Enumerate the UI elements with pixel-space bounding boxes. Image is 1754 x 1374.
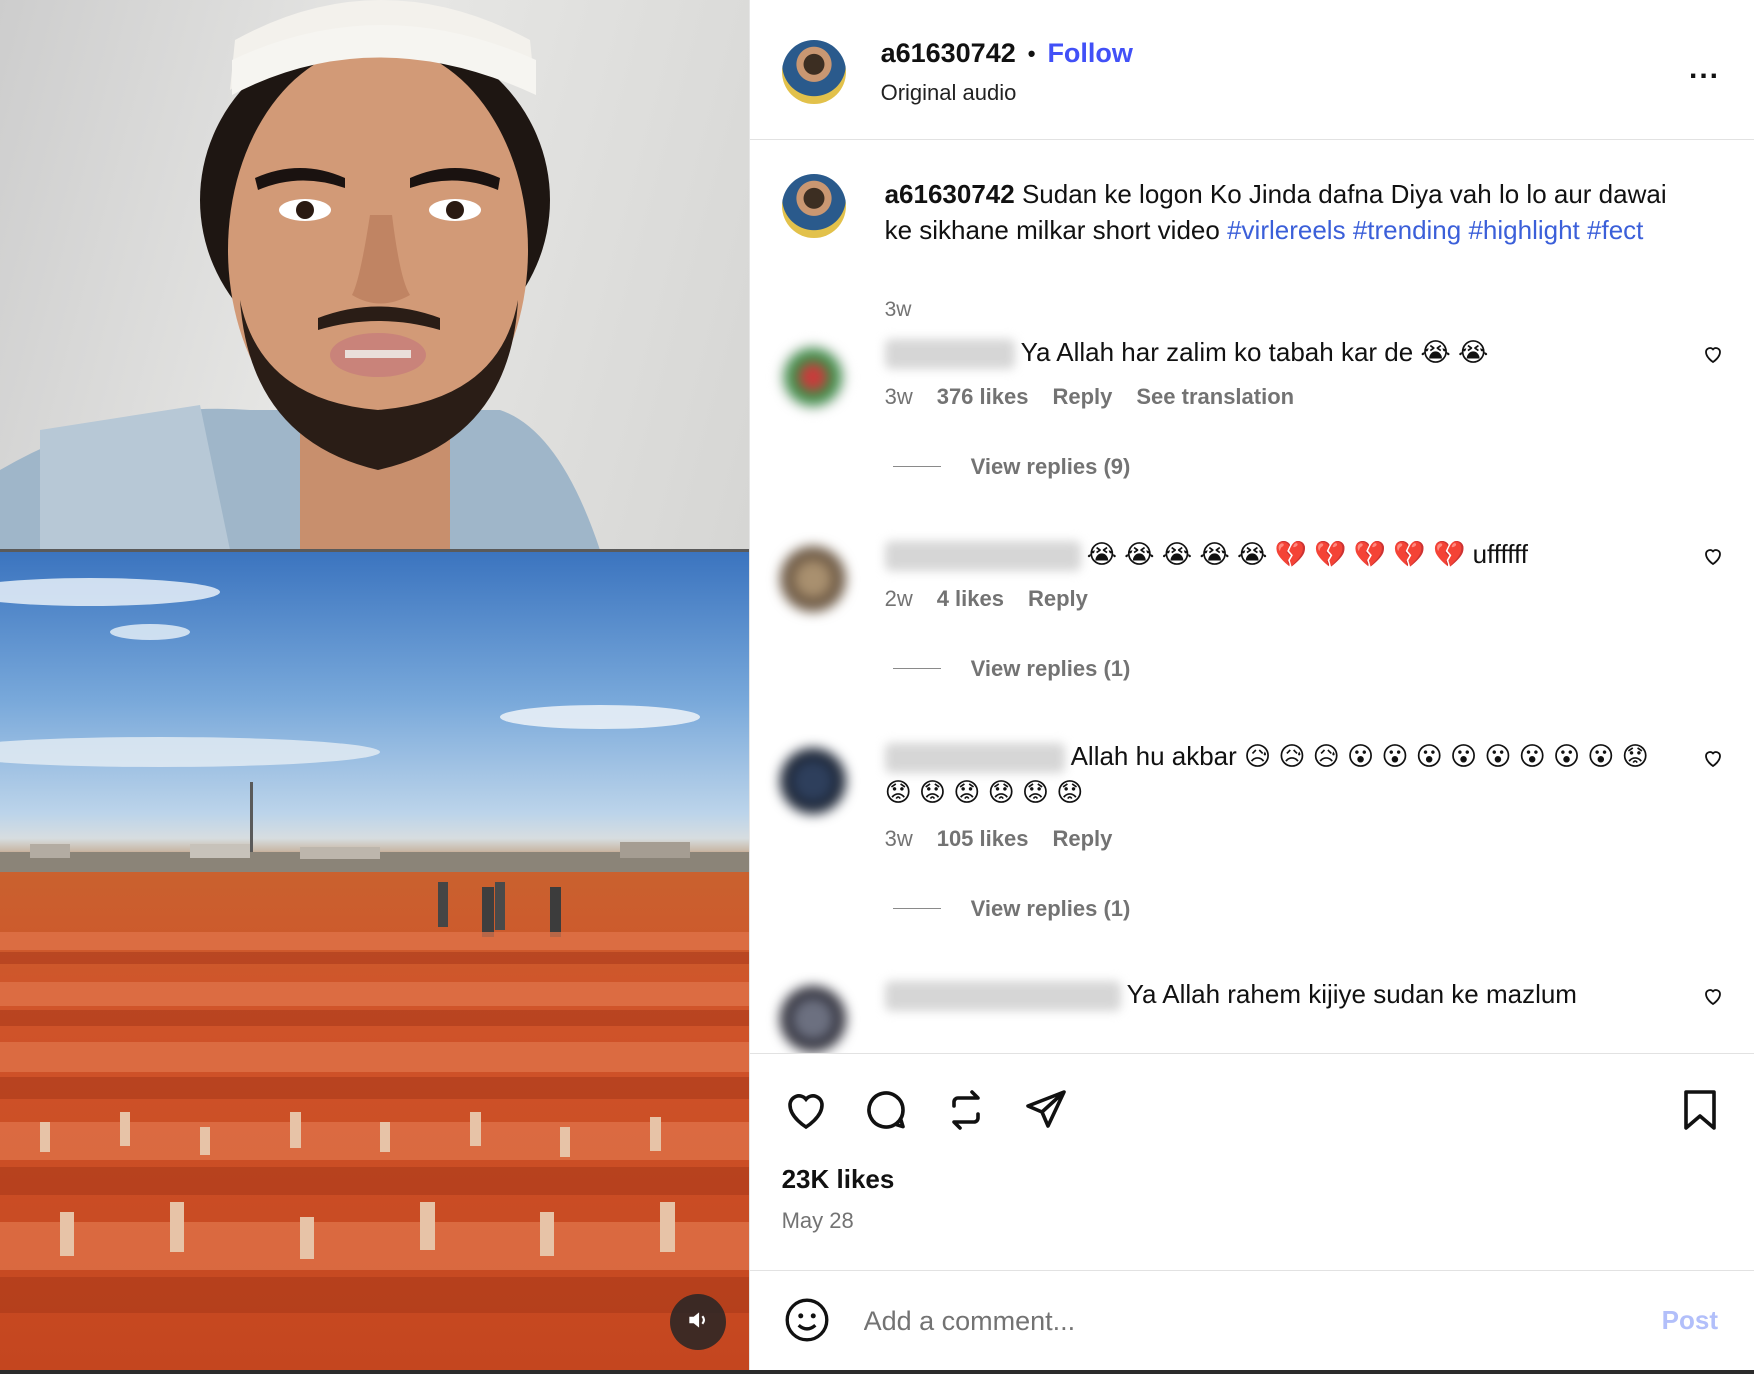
comment-likes[interactable]: 376 likes — [937, 384, 1029, 410]
comment-body: Ya Allah rahem kijiye sudan ke mazlum — [1126, 978, 1577, 1009]
caption-text: a61630742 Sudan ke logon Ko Jinda dafna … — [885, 176, 1675, 248]
view-replies-label: View replies (1) — [970, 655, 1131, 681]
separator-dot: • — [1027, 40, 1036, 66]
repost-icon[interactable] — [942, 1086, 990, 1139]
comment-timestamp[interactable]: 3w — [885, 384, 913, 410]
video-frame-field — [0, 552, 749, 1370]
comment-icon[interactable] — [862, 1086, 910, 1139]
view-replies-label: View replies (1) — [970, 895, 1131, 921]
comment-text: Ya Allah har zalim ko tabah kar de 😭 😭 — [884, 334, 1675, 370]
comment-body: 😭 😭 😭 😭 😭 💔 💔 💔 💔 💔 uffffff — [1086, 538, 1529, 569]
view-replies-button[interactable]: View replies (9) — [892, 453, 1131, 480]
follow-button[interactable]: Follow — [1047, 38, 1132, 69]
bookmark-icon[interactable] — [1676, 1086, 1724, 1139]
post-media[interactable] — [0, 0, 749, 1370]
like-comment-heart-icon[interactable] — [1701, 746, 1725, 775]
like-comment-heart-icon[interactable] — [1701, 544, 1725, 573]
comment-likes[interactable]: 4 likes — [937, 586, 1004, 612]
avatar[interactable] — [779, 985, 846, 1052]
caption-timestamp[interactable]: 3w — [885, 298, 912, 322]
comment-likes[interactable]: 105 likes — [937, 826, 1029, 852]
audio-label[interactable]: Original audio — [881, 80, 1017, 106]
view-replies-button[interactable]: View replies (1) — [892, 895, 1131, 922]
post-dialog: a61630742 • Follow Original audio ... a6… — [0, 0, 1754, 1370]
comment-input[interactable] — [861, 1292, 1566, 1351]
avatar[interactable] — [779, 747, 846, 814]
see-translation-button[interactable]: See translation — [1136, 384, 1294, 410]
add-comment-bar: Post — [750, 1271, 1754, 1370]
comment-text: 😭 😭 😭 😭 😭 💔 💔 💔 💔 💔 uffffff — [884, 536, 1675, 572]
hashtag-link[interactable]: #fect — [1587, 215, 1643, 245]
emoji-picker-icon[interactable] — [782, 1295, 832, 1350]
post-header: a61630742 • Follow Original audio ... — [749, 0, 1754, 140]
reply-button[interactable]: Reply — [1052, 826, 1112, 852]
reply-button[interactable]: Reply — [1028, 586, 1088, 612]
view-replies-button[interactable]: View replies (1) — [892, 655, 1131, 682]
comments-list[interactable]: a61630742 Sudan ke logon Ko Jinda dafna … — [750, 140, 1754, 1053]
more-options-icon[interactable]: ... — [1689, 52, 1720, 86]
heart-icon[interactable] — [782, 1086, 830, 1139]
post-side-panel: a61630742 • Follow Original audio ... a6… — [748, 0, 1754, 1370]
blurred-username[interactable] — [884, 980, 1121, 1011]
comment-text: Ya Allah rahem kijiye sudan ke mazlum — [884, 976, 1675, 1012]
likes-count[interactable]: 23K likes — [782, 1164, 895, 1195]
field-illustration — [0, 578, 749, 1313]
like-comment-heart-icon[interactable] — [1701, 342, 1725, 371]
replies-line — [892, 908, 941, 910]
avatar[interactable] — [779, 545, 846, 612]
sound-toggle-button[interactable] — [670, 1294, 726, 1350]
blurred-username[interactable] — [884, 338, 1015, 369]
view-replies-label: View replies (9) — [970, 453, 1131, 479]
comment-timestamp[interactable]: 3w — [885, 826, 913, 852]
comment-meta: 3w 376 likes Reply See translation — [885, 384, 1295, 410]
blurred-username[interactable] — [884, 540, 1081, 571]
comment-body: Ya Allah har zalim ko tabah kar de 😭 😭 — [1020, 336, 1489, 367]
comment-timestamp[interactable]: 2w — [885, 586, 913, 612]
video-frame-selfie — [0, 0, 749, 550]
speaker-icon — [685, 1307, 711, 1338]
caption-username[interactable]: a61630742 — [885, 179, 1015, 209]
post-date: May 28 — [781, 1207, 854, 1233]
hashtag-link[interactable]: #highlight — [1468, 215, 1579, 245]
blurred-username[interactable] — [884, 742, 1065, 773]
avatar[interactable] — [781, 173, 846, 238]
header-username[interactable]: a61630742 — [881, 38, 1016, 69]
comment-meta: 3w 105 likes Reply — [885, 826, 1113, 852]
comment-text: Allah hu akbar 😥 😥 😥 😮 😮 😮 😮 😮 😮 😮 😮 😟 😟… — [884, 738, 1675, 810]
avatar[interactable] — [779, 343, 846, 410]
like-comment-heart-icon[interactable] — [1701, 984, 1725, 1013]
selfie-illustration — [0, 0, 600, 550]
hashtag-link[interactable]: #virlereels — [1227, 215, 1346, 245]
hashtag-link[interactable]: #trending — [1353, 215, 1461, 245]
comment-meta: 2w 4 likes Reply — [885, 586, 1088, 612]
post-actions: 23K likes May 28 — [749, 1052, 1754, 1271]
reply-button[interactable]: Reply — [1052, 384, 1112, 410]
avatar[interactable] — [781, 40, 846, 104]
header-user-row: a61630742 • Follow — [881, 38, 1133, 69]
replies-line — [892, 466, 941, 468]
replies-line — [892, 668, 941, 670]
share-icon[interactable] — [1022, 1086, 1070, 1139]
post-comment-button[interactable]: Post — [1662, 1305, 1718, 1336]
